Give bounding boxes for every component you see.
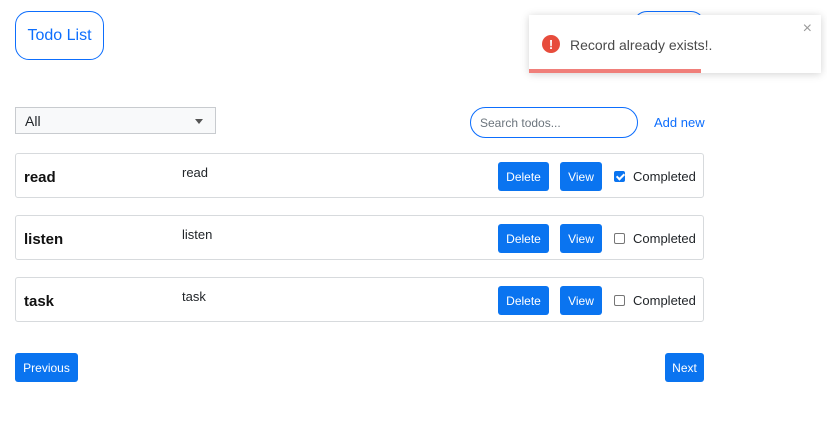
completed-checkbox[interactable] — [614, 233, 625, 244]
search-input[interactable] — [470, 107, 638, 138]
next-button[interactable]: Next — [665, 353, 704, 382]
view-button[interactable]: View — [560, 162, 602, 191]
filter-select[interactable]: All — [15, 107, 216, 134]
todo-list-title-button[interactable]: Todo List — [15, 11, 104, 60]
completed-label: Completed — [633, 169, 696, 184]
error-circle-icon: ! — [542, 35, 560, 53]
delete-button[interactable]: Delete — [498, 224, 549, 253]
filter-selected-value: All — [25, 112, 41, 129]
completed-checkbox[interactable] — [614, 171, 625, 182]
completed-label: Completed — [633, 231, 696, 246]
toast-message: Record already exists!. — [570, 37, 713, 53]
delete-button[interactable]: Delete — [498, 162, 549, 191]
todo-row: read read Delete View Completed — [15, 153, 704, 198]
previous-button[interactable]: Previous — [15, 353, 78, 382]
view-button[interactable]: View — [560, 224, 602, 253]
todo-description: task — [182, 289, 206, 304]
completed-checkbox[interactable] — [614, 295, 625, 306]
todo-row: task task Delete View Completed — [15, 277, 704, 322]
todo-description: read — [182, 165, 209, 180]
todo-description: listen — [182, 227, 213, 242]
todo-name: task — [24, 293, 55, 310]
todo-app: Todo List All Add new read read Delete V… — [0, 0, 827, 424]
delete-button[interactable]: Delete — [498, 286, 549, 315]
add-new-link[interactable]: Add new — [654, 115, 705, 130]
chevron-down-icon — [195, 119, 203, 124]
toast-progress-bar — [529, 69, 701, 73]
completed-label: Completed — [633, 293, 696, 308]
view-button[interactable]: View — [560, 286, 602, 315]
close-icon[interactable]: × — [803, 21, 812, 37]
todo-row: listen listen Delete View Completed — [15, 215, 704, 260]
todo-name: listen — [24, 231, 64, 248]
error-toast: ! Record already exists!. × — [529, 15, 821, 73]
todo-name: read — [24, 169, 56, 186]
